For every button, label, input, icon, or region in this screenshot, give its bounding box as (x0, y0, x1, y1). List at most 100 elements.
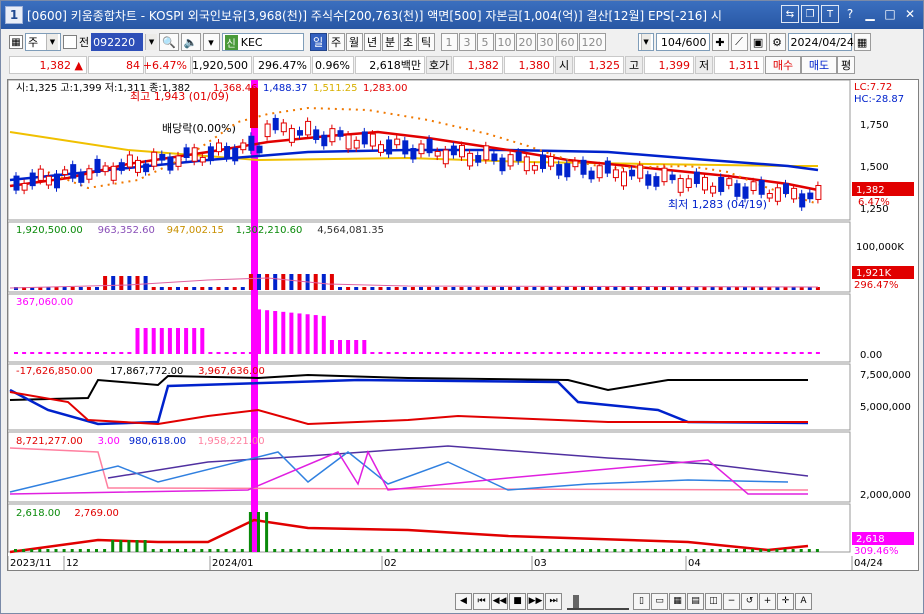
candle (402, 140, 409, 155)
high-label: 고 (625, 56, 643, 74)
candle (661, 167, 668, 183)
volume-bar (119, 276, 124, 290)
trend-tool-icon[interactable]: ⟋ (730, 33, 748, 51)
stop-icon[interactable]: ■ (509, 592, 526, 610)
first-page-icon[interactable]: ⏮ (473, 592, 490, 610)
volume-header-4: 4,564,081.35 (317, 225, 384, 236)
prev-checkbox[interactable] (63, 35, 77, 49)
interval-tab-20[interactable]: 20 (515, 33, 536, 51)
text-icon[interactable]: T (821, 5, 839, 23)
panel3-bar (402, 352, 407, 354)
panel6-bar (370, 549, 374, 552)
last-page-icon[interactable]: ⏭ (545, 592, 562, 610)
scroll-left-icon[interactable]: ◀ (455, 592, 472, 610)
period-tab-4[interactable]: 분 (381, 33, 399, 51)
help-icon[interactable]: ? (841, 5, 859, 23)
panel3-bar (653, 352, 658, 354)
save-icon[interactable]: ▣ (749, 33, 767, 51)
volume-bar (297, 274, 302, 290)
period-tab-5[interactable]: 초 (399, 33, 417, 51)
candle (207, 146, 214, 162)
panel6-bar (208, 549, 212, 552)
close-icon[interactable]: ✕ (901, 5, 919, 23)
interval-tab-5[interactable]: 5 (476, 33, 494, 51)
panel3-bar (629, 352, 634, 354)
interval-tab-120[interactable]: 120 (578, 33, 606, 51)
settings-icon[interactable]: ⚙ (768, 33, 786, 51)
code-dropdown[interactable]: ▼ (145, 34, 158, 50)
panel3-bar (767, 352, 772, 354)
split-icon[interactable]: ◫ (705, 592, 722, 610)
panel3-bar (313, 315, 318, 354)
volume-tag-text: 1,921K (856, 268, 892, 279)
panel6-bar (62, 549, 66, 552)
interval-tab-10[interactable]: 10 (494, 33, 515, 51)
volume-bar (329, 274, 334, 290)
copy-icon[interactable]: ❐ (801, 5, 819, 23)
speaker-icon[interactable]: 🔈 (180, 33, 201, 51)
candle (288, 128, 295, 143)
panel3-bar (467, 352, 472, 354)
search-icon[interactable]: 🔍 (159, 33, 179, 51)
chart-svg[interactable]: 시:1,325 고:1,399 저:1,311 종:1,382 1,368.46 1… (8, 80, 918, 570)
period-tab-2[interactable]: 월 (345, 33, 363, 51)
panel6-bar (78, 549, 82, 552)
reset-zoom-icon[interactable]: ↺ (741, 592, 758, 610)
zoom-handle[interactable] (573, 594, 579, 608)
panel3-bar (232, 352, 237, 354)
period-tab-3[interactable]: 년 (363, 33, 381, 51)
zoom-in-icon[interactable]: + (759, 592, 776, 610)
period-tab-0[interactable]: 일 (309, 33, 327, 51)
period-mode-select[interactable]: 주 ▼ (25, 33, 61, 51)
panel3-bar (216, 352, 221, 354)
zoom-out-icon[interactable]: − (723, 592, 740, 610)
crosshair-icon[interactable]: ✚ (711, 33, 729, 51)
link-icon[interactable]: ⇆ (781, 5, 799, 23)
panel4-axis-0: 7,500,000 (860, 370, 911, 381)
stock-code-input[interactable]: 092220 (91, 33, 144, 51)
minimize-icon[interactable]: ▁ (861, 5, 879, 23)
panel6-bar (491, 549, 495, 552)
candle (702, 176, 708, 191)
interval-tab-3[interactable]: 3 (458, 33, 476, 51)
bar-width-icon[interactable]: ▯ (633, 592, 650, 610)
volume-bar (419, 287, 423, 290)
panel6-tag-text: 2,618 (856, 534, 885, 545)
interval-tab-1[interactable]: 1 (440, 33, 458, 51)
layout-icon[interactable]: ▤ (687, 592, 704, 610)
grid-toggle[interactable]: ▦ (9, 35, 23, 49)
next-page-icon[interactable]: ▶▶ (527, 592, 544, 610)
panel3-bar (119, 352, 124, 354)
calendar-icon[interactable]: ▦ (853, 33, 871, 51)
volume-ratio: 296.47% (253, 56, 311, 74)
panel6-bar (14, 549, 17, 552)
current-price: 1,382 ▲ (9, 56, 87, 74)
panel3-bar (273, 311, 278, 354)
zoom-plus-icon[interactable]: ✛ (777, 592, 794, 610)
prev-page-icon[interactable]: ◀◀ (491, 592, 508, 610)
interval-dropdown[interactable]: ▼ (637, 33, 654, 51)
stock-name-field[interactable]: 신 KEC (221, 33, 304, 51)
maximize-icon[interactable]: □ (881, 5, 899, 23)
volume-header-3: 1,302,210.60 (236, 225, 303, 236)
menu-icon[interactable]: ▾ (202, 33, 220, 51)
date-input[interactable]: 2024/04/24 (787, 33, 854, 51)
panel3-bar (370, 352, 375, 354)
interval-tab-60[interactable]: 60 (557, 33, 578, 51)
panel6-bar (297, 549, 301, 552)
count-field[interactable]: 104/600 (655, 33, 710, 51)
avg-button[interactable]: 평 (837, 56, 855, 74)
more-icon[interactable]: A (795, 592, 812, 610)
period-tab-6[interactable]: 틱 (417, 33, 435, 51)
buy-button[interactable]: 매수 (765, 56, 801, 74)
chart-area[interactable]: 시:1,325 고:1,399 저:1,311 종:1,382 1,368.46 1… (7, 79, 919, 571)
interval-tab-30[interactable]: 30 (536, 33, 557, 51)
volume-bar (143, 276, 148, 290)
bar-narrow-icon[interactable]: ▭ (651, 592, 668, 610)
volume-bar (662, 287, 666, 290)
grid-layout-icon[interactable]: ▦ (669, 592, 686, 610)
zoom-slider[interactable] (567, 593, 629, 610)
panel3-bar (783, 352, 788, 354)
period-tab-1[interactable]: 주 (327, 33, 345, 51)
sell-button[interactable]: 매도 (801, 56, 837, 74)
